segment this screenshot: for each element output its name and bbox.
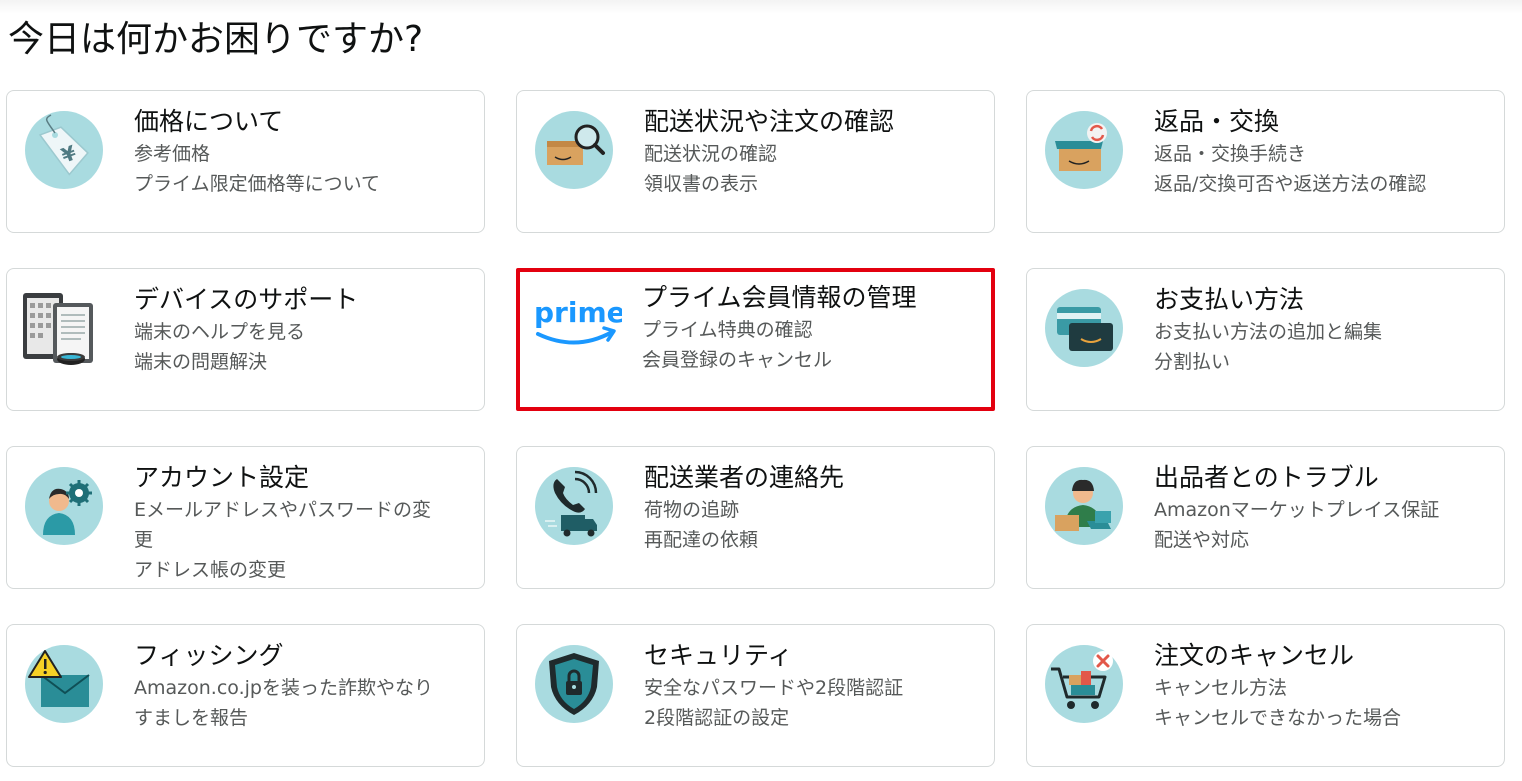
card-line: 端末のヘルプを見る (134, 321, 306, 343)
card-line: 荷物の追跡 (644, 499, 740, 521)
card-title: プライム会員情報の管理 (642, 283, 917, 312)
help-card-devices[interactable]: デバイスのサポート 端末のヘルプを見る 端末の問題解決 (6, 268, 485, 411)
card-title: 価格について (134, 107, 284, 136)
card-line: キャンセル方法 (1154, 677, 1288, 699)
help-card-prime-membership[interactable]: prime プライム会員情報の管理 プライム特典の確認 会員登録のキャンセル (516, 268, 995, 411)
prime-wordmark: prime (534, 296, 622, 329)
help-topics-grid: ¥ 価格について 参考価格 プライム限定価格等について 配送状況や注文の確認 配… (6, 90, 1505, 767)
price-tag-yen-icon: ¥ (25, 111, 103, 189)
card-title: アカウント設定 (134, 463, 310, 492)
card-line: 会員登録のキャンセル (642, 349, 833, 371)
card-line: 配送や対応 (1154, 529, 1250, 551)
card-line: 配送状況の確認 (644, 143, 778, 165)
security-shield-icon (535, 645, 613, 723)
card-line: 返品・交換手続き (1154, 143, 1307, 165)
card-title: 出品者とのトラブル (1154, 463, 1379, 492)
card-title: デバイスのサポート (134, 285, 359, 314)
card-line: すましを報告 (134, 707, 249, 729)
help-card-price[interactable]: ¥ 価格について 参考価格 プライム限定価格等について (6, 90, 485, 233)
card-line: プライム限定価格等について (134, 173, 381, 195)
package-search-icon (535, 111, 613, 189)
help-card-order-cancel[interactable]: 注文のキャンセル キャンセル方法 キャンセルできなかった場合 (1026, 624, 1505, 767)
card-title: 注文のキャンセル (1154, 641, 1355, 670)
card-line: 参考価格 (134, 143, 211, 165)
devices-icon (21, 289, 105, 369)
delivery-phone-icon (535, 467, 613, 545)
card-title: フィッシング (134, 641, 284, 670)
cart-cancel-icon (1045, 645, 1123, 723)
card-line: 端末の問題解決 (134, 351, 268, 373)
card-line: 更 (134, 529, 154, 551)
card-title: お支払い方法 (1154, 285, 1305, 314)
return-box-icon (1045, 111, 1123, 189)
help-card-account-settings[interactable]: アカウント設定 Eメールアドレスやパスワードの変 更 アドレス帳の変更 (6, 446, 485, 589)
card-line: Eメールアドレスやパスワードの変 (134, 499, 432, 521)
card-title: 返品・交換 (1154, 107, 1280, 136)
account-settings-icon (25, 467, 103, 545)
credit-card-icon (1045, 289, 1123, 367)
card-line: キャンセルできなかった場合 (1154, 707, 1402, 729)
prime-logo-icon: prime (532, 290, 622, 350)
card-title: 配送業者の連絡先 (644, 463, 845, 492)
card-line: アドレス帳の変更 (134, 559, 287, 581)
seller-icon (1045, 467, 1123, 545)
card-line: 安全なパスワードや2段階認証 (644, 677, 904, 699)
card-line: Amazon.co.jpを装った詐欺やなり (134, 677, 433, 699)
top-shadow (0, 0, 1522, 14)
help-card-delivery-status[interactable]: 配送状況や注文の確認 配送状況の確認 領収書の表示 (516, 90, 995, 233)
help-card-carrier-contact[interactable]: 配送業者の連絡先 荷物の追跡 再配達の依頼 (516, 446, 995, 589)
card-line: Amazonマーケットプレイス保証 (1154, 499, 1440, 521)
card-line: 領収書の表示 (644, 173, 759, 195)
help-card-phishing[interactable]: フィッシング Amazon.co.jpを装った詐欺やなり すましを報告 (6, 624, 485, 767)
help-card-returns[interactable]: 返品・交換 返品・交換手続き 返品/交換可否や返送方法の確認 (1026, 90, 1505, 233)
phishing-warning-mail-icon (25, 645, 103, 723)
card-line: 分割払い (1154, 351, 1231, 373)
help-card-seller-trouble[interactable]: 出品者とのトラブル Amazonマーケットプレイス保証 配送や対応 (1026, 446, 1505, 589)
help-card-security[interactable]: セキュリティ 安全なパスワードや2段階認証 2段階認証の設定 (516, 624, 995, 767)
page-title: 今日は何かお困りですか? (8, 19, 424, 60)
card-line: 2段階認証の設定 (644, 707, 790, 729)
card-line: お支払い方法の追加と編集 (1154, 321, 1383, 343)
card-line: 再配達の依頼 (644, 529, 759, 551)
card-line: 返品/交換可否や返送方法の確認 (1154, 173, 1427, 195)
card-title: 配送状況や注文の確認 (644, 107, 895, 136)
card-title: セキュリティ (644, 641, 793, 670)
card-line: プライム特典の確認 (642, 319, 813, 341)
help-card-payment[interactable]: お支払い方法 お支払い方法の追加と編集 分割払い (1026, 268, 1505, 411)
